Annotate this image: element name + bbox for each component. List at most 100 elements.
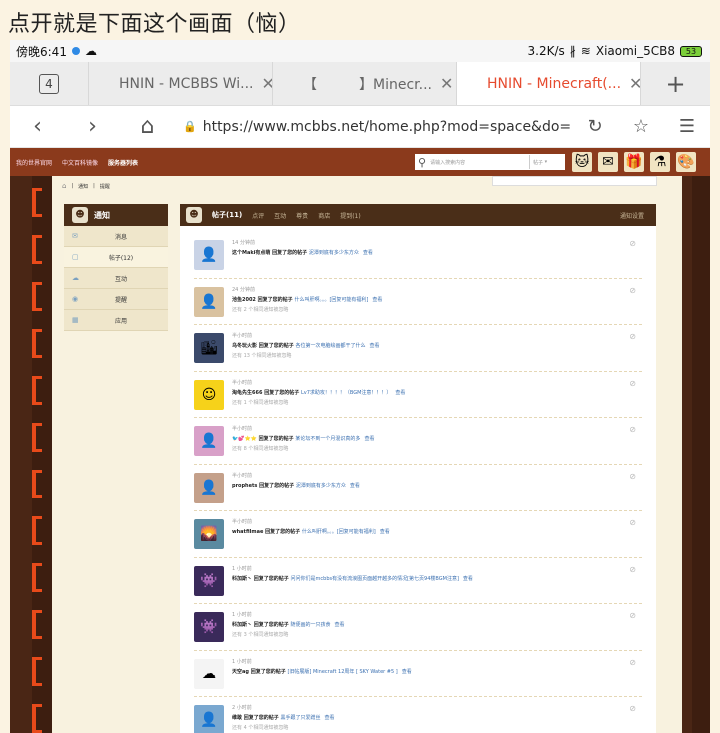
ignore-icon[interactable]: ⊘ xyxy=(629,425,636,434)
notice-user[interactable]: prophets xyxy=(232,483,257,489)
notice-user[interactable]: 乌冬玩火影 xyxy=(232,343,257,349)
notice-post-link[interactable]: 什么叫肝啊。。。[回复可能有福利] xyxy=(294,297,368,303)
close-icon[interactable]: ✕ xyxy=(629,74,640,93)
notice-settings-link[interactable]: 通知设置 xyxy=(620,211,656,220)
home-icon[interactable]: ⌂ xyxy=(62,182,66,190)
tab-shop[interactable]: 商店 xyxy=(318,211,330,220)
user-avatar[interactable]: 🌄 xyxy=(194,519,224,549)
ignore-icon[interactable]: ⊘ xyxy=(629,658,636,667)
menu-icon[interactable]: ☰ xyxy=(664,116,710,137)
avatar-icon[interactable]: 🐱 xyxy=(572,152,592,172)
browser-tab-1[interactable]: HNIN - MCBBS Wi... ✕ xyxy=(88,62,272,105)
star-icon[interactable]: ☆ xyxy=(618,116,664,137)
browser-tab-3-active[interactable]: HNIN - Minecraft(... ✕ xyxy=(456,62,640,105)
nav-link-wiki[interactable]: 中文百科镜像 xyxy=(62,158,98,167)
user-avatar[interactable]: 👾 xyxy=(194,565,224,596)
notice-view-link[interactable]: 查看 xyxy=(463,576,473,582)
sidebar-item-posts[interactable]: ▢ 帖子(12) xyxy=(64,247,168,268)
notice-view-link[interactable]: 查看 xyxy=(363,250,373,256)
notice-user[interactable]: 池鱼2002 xyxy=(232,297,256,303)
tab-comments[interactable]: 点评 xyxy=(252,211,264,220)
sidebar-item-interaction[interactable]: ☁ 互动 xyxy=(64,268,168,289)
notice-post-link[interactable]: 什么叫肝啊。。。[回复可能有福利] xyxy=(302,529,376,535)
ignore-icon[interactable]: ⊘ xyxy=(629,379,636,388)
back-icon[interactable]: ‹ xyxy=(10,114,65,139)
tab-posts[interactable]: 帖子(11) xyxy=(212,210,242,220)
ignore-icon[interactable]: ⊘ xyxy=(629,704,636,713)
ignore-icon[interactable]: ⊘ xyxy=(629,611,636,620)
notice-view-link[interactable]: 查看 xyxy=(395,390,405,396)
user-avatar[interactable]: 🏙 xyxy=(194,333,224,363)
notice-view-link[interactable]: 查看 xyxy=(402,669,412,675)
notice-view-link[interactable]: 查看 xyxy=(335,622,345,628)
user-avatar[interactable]: 👤 xyxy=(194,472,224,503)
palette-icon[interactable]: 🎨 xyxy=(676,152,696,172)
forward-icon[interactable]: › xyxy=(65,114,120,139)
search-type-select[interactable]: 帖子 ▾ xyxy=(529,155,565,169)
tab-premium[interactable]: 尊贵 xyxy=(296,211,308,220)
url-field[interactable]: 🔒 https://www.mcbbs.net/home.php?mod=spa… xyxy=(175,119,572,135)
notice-view-link[interactable]: 查看 xyxy=(350,483,360,489)
ignore-icon[interactable]: ⊘ xyxy=(629,518,636,527)
notice-post-link[interactable]: 各位第一次电脑绘画都干了什么 xyxy=(296,343,366,349)
notice-post-link[interactable]: 问问你们是mcbbs有没有流浪图页面越开越多的情况[第七页94楼BGM注意] xyxy=(291,576,459,582)
breadcrumb-remind[interactable]: 提醒 xyxy=(100,183,110,190)
notice-view-link[interactable]: 查看 xyxy=(364,436,374,442)
nav-link-official[interactable]: 我的世界官网 xyxy=(16,158,52,167)
notice-post-link[interactable]: [旧帖展版] Minecraft 12周年 [ SKY Water #5 ] xyxy=(287,669,397,675)
sidebar-item-apps[interactable]: ▦ 应用 xyxy=(64,310,168,331)
user-avatar[interactable]: 👤 xyxy=(194,426,224,456)
notice-user[interactable]: 维敢 xyxy=(232,715,242,721)
notification-icon[interactable]: ✉ xyxy=(598,152,618,172)
notice-post-link[interactable]: 随便画的一只孩食 xyxy=(291,622,331,628)
notice-user[interactable]: 科加斯丶 xyxy=(232,622,252,628)
tab-interaction[interactable]: 互动 xyxy=(274,211,286,220)
notice-post-link[interactable]: 黑手跟了只爱蹭丝 xyxy=(281,715,321,721)
sidebar-item-messages[interactable]: ✉ 消息 xyxy=(64,226,168,247)
user-avatar[interactable]: 👤 xyxy=(194,286,224,317)
ignore-icon[interactable]: ⊘ xyxy=(629,565,636,574)
notice-user[interactable]: 🐦💕⭐⭐ xyxy=(232,436,257,442)
nav-link-servers[interactable]: 服务器列表 xyxy=(108,158,138,167)
potion-icon[interactable]: ⚗ xyxy=(650,152,670,172)
notice-view-link[interactable]: 查看 xyxy=(372,297,382,303)
notice-view-link[interactable]: 查看 xyxy=(370,343,380,349)
ignore-icon[interactable]: ⊘ xyxy=(629,239,636,248)
notice-user[interactable]: whatfilmae xyxy=(232,529,263,535)
reload-icon[interactable]: ↻ xyxy=(572,116,618,137)
home-icon[interactable]: ⌂ xyxy=(120,114,175,139)
site-search[interactable]: ⚲ 请输入搜索内容 帖子 ▾ xyxy=(415,154,565,170)
tab-mentions[interactable]: 提到(1) xyxy=(340,211,361,220)
close-icon[interactable]: ✕ xyxy=(440,74,453,93)
notice-user[interactable]: 科加斯丶 xyxy=(232,576,252,582)
notice-post-link[interactable]: Lv7求助攻！！！！（BGM注意！！！） xyxy=(301,390,391,396)
sidebar-item-remind[interactable]: ◉ 提醒 xyxy=(64,289,168,310)
notice-action: 回复了您的帖子 xyxy=(253,575,289,582)
notice-post-link[interactable]: 泥潭到底有多少东方众 xyxy=(296,483,346,489)
list-item: 👾 1 小时前 科加斯丶 回复了您的帖子 随便画的一只孩食 查看 还有 3 个相同通知被… xyxy=(194,604,642,651)
notice-user[interactable]: 淘龟先生666 xyxy=(232,390,262,396)
browser-tab-2[interactable]: 【 】Minecr... ✕ xyxy=(272,62,456,105)
notice-view-link[interactable]: 查看 xyxy=(325,715,335,721)
ignore-icon[interactable]: ⊘ xyxy=(629,286,636,295)
notice-post-link[interactable]: 某论坛不到一个月混识真的多 xyxy=(295,436,360,442)
ignore-icon[interactable]: ⊘ xyxy=(629,332,636,341)
search-icon[interactable]: ⚲ xyxy=(418,156,426,169)
notice-view-link[interactable]: 查看 xyxy=(380,529,390,535)
tab-switcher-button[interactable]: 4 xyxy=(10,62,88,105)
user-avatar[interactable]: ☁ xyxy=(194,658,224,689)
new-tab-button[interactable]: + xyxy=(640,62,710,105)
user-avatar[interactable]: 👤 xyxy=(194,705,224,733)
user-avatar[interactable]: ☺ xyxy=(194,379,224,410)
notice-user[interactable]: 这个Maki有点萌 xyxy=(232,250,270,256)
list-item: 👤 24 分钟前 池鱼2002 回复了您的帖子 什么叫肝啊。。。[回复可能有福利] 查… xyxy=(194,279,642,325)
user-avatar[interactable]: 👤 xyxy=(194,240,224,270)
breadcrumb-notice[interactable]: 通知 xyxy=(78,183,88,190)
close-icon[interactable]: ✕ xyxy=(261,74,272,93)
user-avatar[interactable]: 👾 xyxy=(194,612,224,642)
search-input[interactable]: 请输入搜索内容 xyxy=(430,159,465,166)
gift-icon[interactable]: 🎁 xyxy=(624,152,644,172)
notice-user[interactable]: 天空ag xyxy=(232,669,249,675)
ignore-icon[interactable]: ⊘ xyxy=(629,472,636,481)
notice-post-link[interactable]: 泥潭到底有多少东方众 xyxy=(309,250,359,256)
